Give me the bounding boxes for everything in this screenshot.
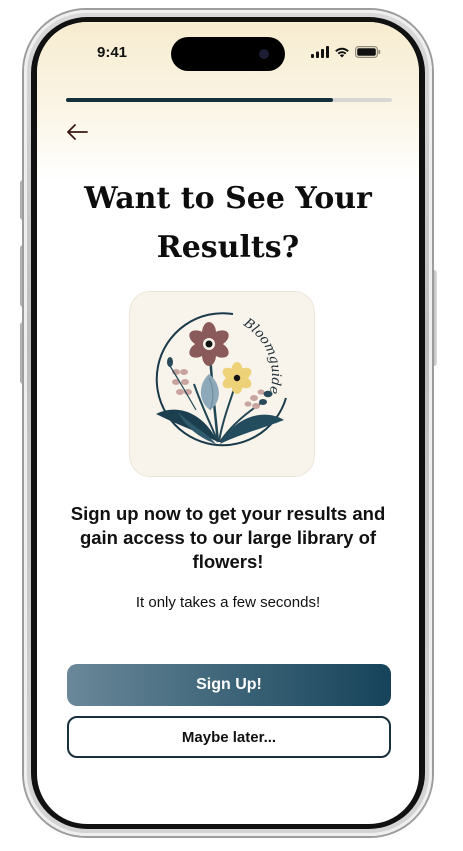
phone-screen: 9:41 Want to See Your Results? Bloomguid… (37, 22, 419, 824)
battery-icon (355, 46, 381, 58)
signup-pitch-text: Sign up now to get your results and gain… (70, 503, 386, 572)
signal-icon (311, 46, 329, 58)
stage: 9:41 Want to See Your Results? Bloomguid… (0, 0, 463, 851)
back-button[interactable] (61, 118, 93, 146)
progress-bar-fill (66, 98, 334, 102)
page-title: Want to See Your Results? (84, 181, 372, 265)
arrow-left-icon (67, 124, 88, 140)
status-icons (311, 46, 381, 58)
wifi-icon (335, 47, 349, 58)
front-camera (259, 49, 269, 59)
maybe-later-button[interactable]: Maybe later... (67, 716, 391, 758)
onboarding-progress-bar (66, 98, 392, 102)
flower-bouquet-logo: Bloomguide (155, 312, 287, 447)
bloomguide-logo: Bloomguide (130, 292, 314, 476)
sign-up-button[interactable]: Sign Up! (67, 664, 391, 706)
status-time: 9:41 (97, 44, 128, 61)
dynamic-island (171, 37, 285, 71)
signup-caption: It only takes a few seconds! (135, 594, 321, 611)
status-bar: 9:41 (37, 22, 419, 78)
